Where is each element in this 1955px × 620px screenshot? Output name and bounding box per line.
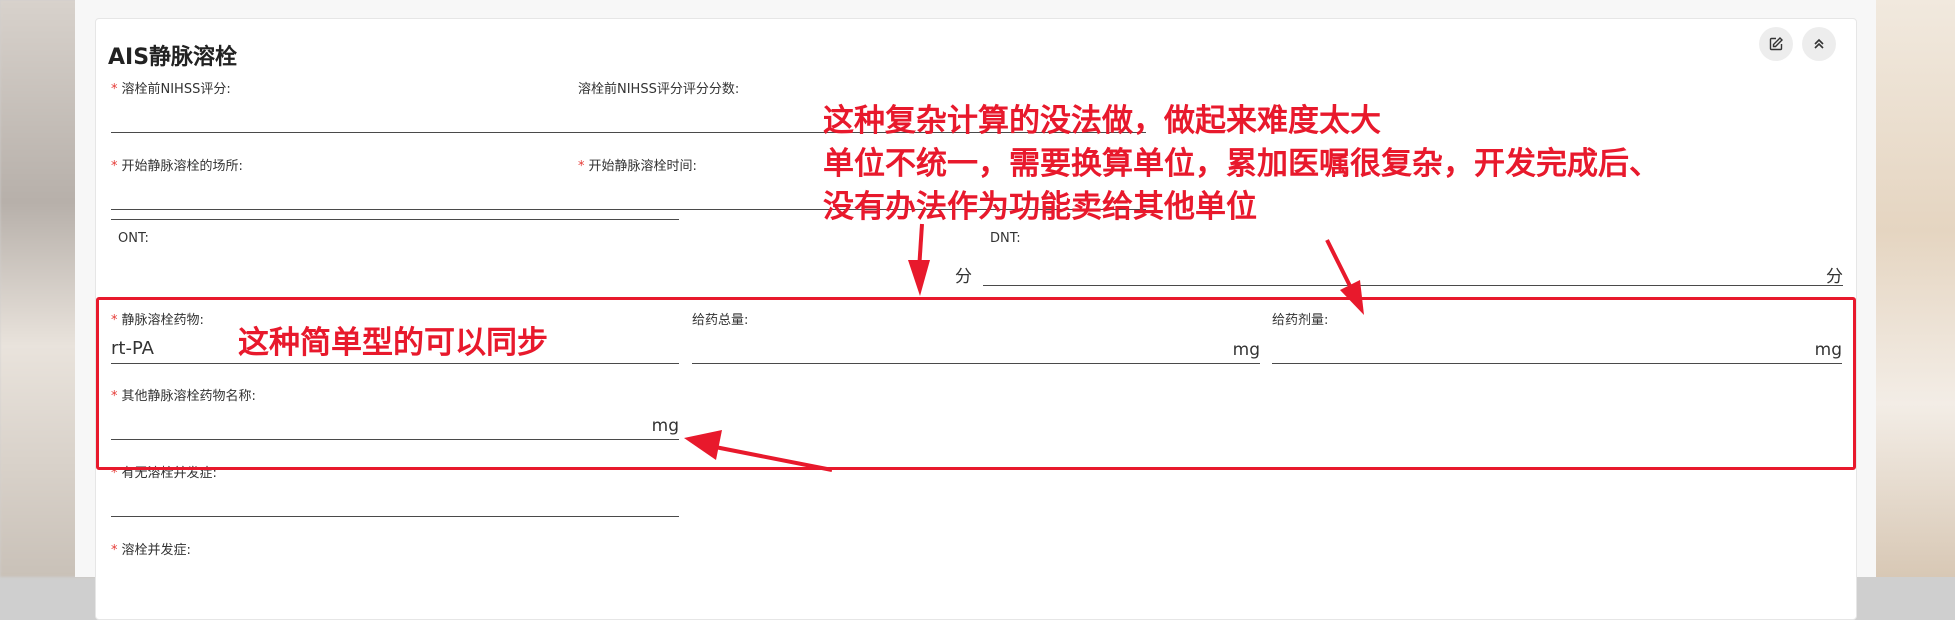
edit-icon — [1769, 37, 1783, 51]
dnt-unit: 分 — [1826, 267, 1843, 287]
complication-label: 溶栓并发症: — [121, 543, 191, 558]
page-body: AIS静脉溶栓 * 溶栓前NIHSS评分: 溶栓前NIHSS评分评分分数: * 开始… — [75, 0, 1876, 620]
annotation-line-3: 没有办法作为功能卖给其他单位 — [823, 189, 1257, 225]
background-right — [1875, 0, 1955, 577]
required-mark: * — [111, 159, 118, 174]
card-title: AIS静脉溶栓 — [108, 45, 238, 70]
ont-input[interactable]: 分 — [111, 255, 972, 287]
ont-underline — [111, 219, 679, 220]
annotation-complex: 这种复杂计算的没法做，做起来难度太大 单位不统一，需要换算单位，累加医嘱很复杂，… — [823, 100, 1660, 229]
dnt-field: DNT: 分 — [983, 231, 1843, 287]
required-mark: * — [111, 82, 118, 97]
required-mark: * — [578, 159, 585, 174]
start-time-label: 开始静脉溶栓时间: — [588, 159, 697, 174]
ont-field: ONT: 分 — [111, 231, 972, 468]
dnt-input[interactable]: 分 — [983, 255, 1843, 287]
collapse-button[interactable] — [1802, 27, 1836, 61]
annotation-line-1: 这种复杂计算的没法做，做起来难度太大 — [823, 103, 1381, 139]
pre-nihss-score-label: 溶栓前NIHSS评分评分分数: — [578, 82, 740, 97]
place-label: 开始静脉溶栓的场所: — [121, 159, 243, 174]
annotation-line-2: 单位不统一，需要换算单位，累加医嘱很复杂，开发完成后、 — [823, 146, 1660, 182]
pre-nihss-label: 溶栓前NIHSS评分: — [121, 82, 231, 97]
dnt-label: DNT: — [990, 231, 1021, 246]
required-mark: * — [111, 543, 118, 558]
chevrons-up-icon — [1814, 38, 1824, 49]
edit-button[interactable] — [1759, 27, 1793, 61]
annotation-simple: 这种简单型的可以同步 — [238, 325, 548, 361]
complication-field: * 溶栓并发症: — [111, 539, 679, 558]
pre-nihss-score-field: 溶栓前NIHSS评分评分分数: — [578, 78, 1146, 133]
complication-flag-input[interactable] — [111, 486, 679, 517]
ont-unit: 分 — [955, 267, 972, 287]
ont-label: ONT: — [118, 231, 149, 246]
